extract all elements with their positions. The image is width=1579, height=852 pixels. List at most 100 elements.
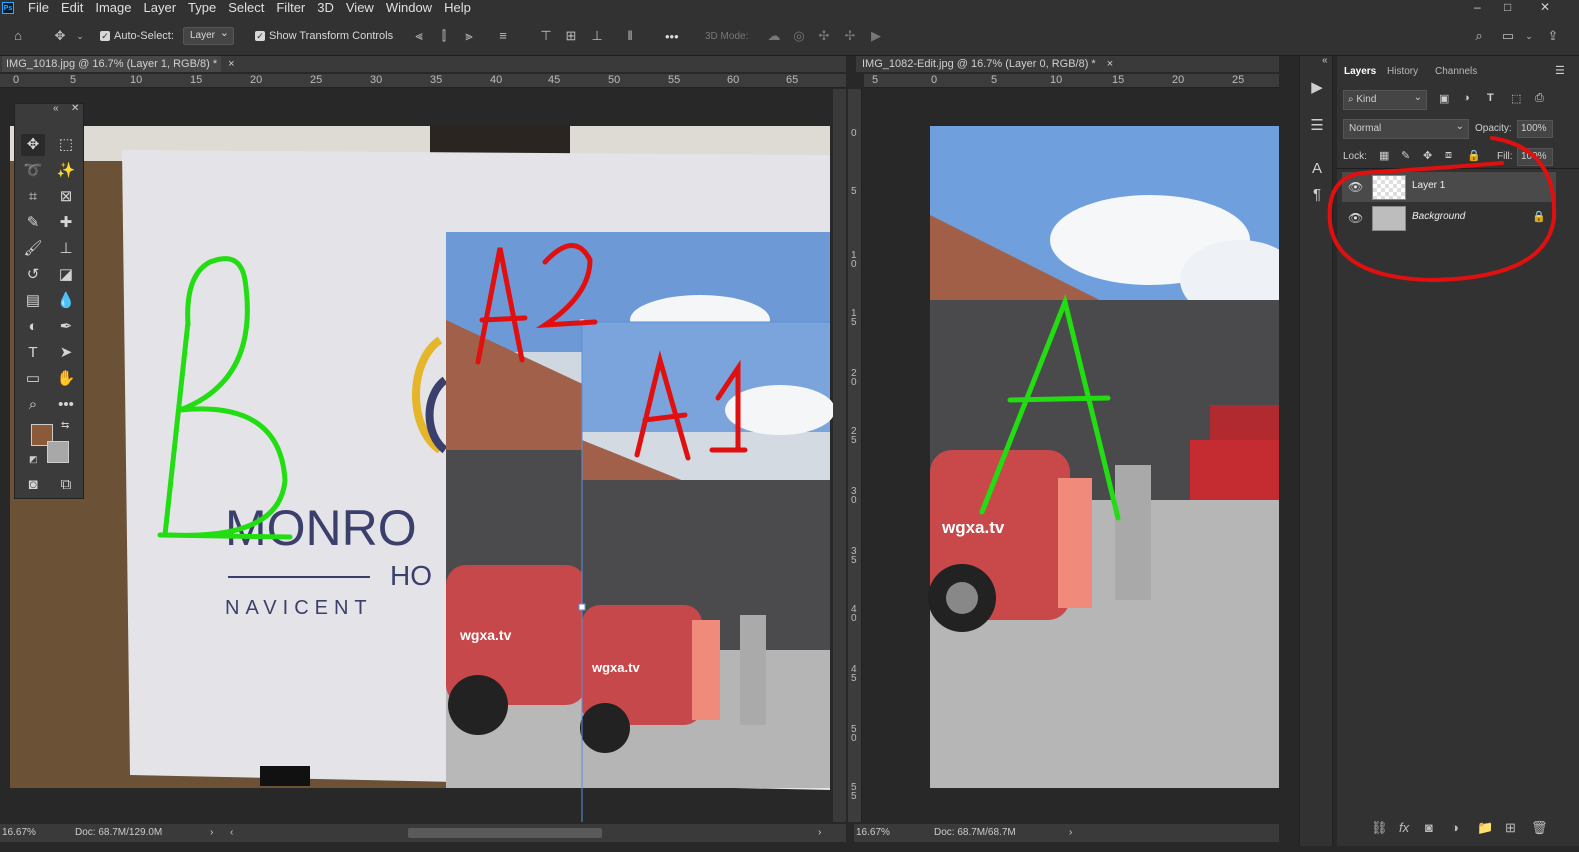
menu-image[interactable]: Image	[89, 0, 137, 16]
play-action-icon[interactable]: ▶	[1307, 78, 1327, 98]
share-icon[interactable]: ⇪	[1545, 28, 1561, 44]
doc1-tab-close[interactable]: ×	[228, 58, 234, 70]
doc1-zoom[interactable]: 16.67%	[2, 824, 36, 842]
3d-drag-icon[interactable]: ✣	[816, 28, 832, 44]
transform-handle[interactable]	[578, 603, 586, 611]
tab-layers[interactable]: Layers	[1344, 66, 1376, 77]
menu-type[interactable]: Type	[182, 0, 222, 16]
eyedropper-icon[interactable]: ✎	[21, 212, 45, 234]
menu-layer[interactable]: Layer	[138, 0, 183, 16]
menu-3d[interactable]: 3D	[311, 0, 340, 16]
menu-window[interactable]: Window	[380, 0, 438, 16]
type-tool-icon[interactable]: T	[21, 342, 45, 364]
doc1-tab-title[interactable]: IMG_1018.jpg @ 16.7% (Layer 1, RGB/8) *	[2, 56, 222, 72]
menu-edit[interactable]: Edit	[55, 0, 89, 16]
more-tools-icon[interactable]: •••	[54, 394, 78, 416]
align-left-icon[interactable]: ⫷	[411, 28, 427, 44]
frame-tool-icon[interactable]: ⊠	[54, 186, 78, 208]
menu-select[interactable]: Select	[222, 0, 270, 16]
more-options-button[interactable]: •••	[665, 27, 679, 45]
auto-select-checkbox[interactable]: ✓ Auto-Select:	[100, 27, 174, 45]
collapse-panels-icon[interactable]: «	[1322, 55, 1328, 66]
3d-slide-icon[interactable]: ✢	[842, 28, 858, 44]
delete-layer-icon[interactable]: 🗑	[1531, 820, 1548, 836]
zoom-tool-icon[interactable]: ⌕	[21, 394, 45, 416]
3d-rotate-icon[interactable]: ☁	[766, 28, 782, 44]
screen-mode-icon[interactable]: ⧉	[54, 474, 78, 496]
home-icon[interactable]: ⌂	[10, 28, 26, 44]
chevron-down-icon[interactable]: ⌄	[72, 28, 88, 44]
panel-menu-icon[interactable]: ☰	[1555, 64, 1565, 77]
menu-help[interactable]: Help	[438, 0, 477, 16]
healing-brush-icon[interactable]: ✚	[54, 212, 78, 234]
auto-select-dropdown[interactable]: Layer	[183, 25, 235, 45]
default-colors-icon[interactable]: ◩	[29, 454, 38, 465]
close-window-button[interactable]: ✕	[1540, 0, 1550, 14]
filter-shape-icon[interactable]: ⬚	[1511, 92, 1521, 105]
filter-adjustment-icon[interactable]: ◑	[1463, 92, 1470, 104]
move-tool-icon[interactable]: ✥	[21, 134, 45, 156]
hand-tool-icon[interactable]: ✋	[54, 368, 78, 390]
maximize-button[interactable]: □	[1504, 0, 1511, 14]
link-layers-icon[interactable]: ⛓	[1371, 820, 1388, 836]
path-selection-icon[interactable]: ➤	[54, 342, 78, 364]
filter-type-icon[interactable]: T	[1487, 92, 1494, 104]
scroll-left-icon[interactable]: ‹	[230, 824, 233, 842]
doc2-zoom[interactable]: 16.67%	[856, 824, 890, 842]
doc2-canvas[interactable]: wgxa.tv	[864, 89, 1279, 822]
doc1-vertical-scrollbar[interactable]	[833, 89, 846, 822]
magic-wand-icon[interactable]: ✨	[54, 160, 78, 182]
align-right-icon[interactable]: ⫸	[461, 28, 477, 44]
menu-view[interactable]: View	[340, 0, 380, 16]
chevron-right-icon[interactable]: ›	[1069, 824, 1072, 842]
pen-tool-icon[interactable]: ✒	[54, 316, 78, 338]
fx-icon[interactable]: fx	[1399, 820, 1409, 835]
tab-history[interactable]: History	[1387, 66, 1418, 77]
swap-colors-icon[interactable]: ⇆	[61, 420, 69, 431]
collapse-tools-icon[interactable]: «	[53, 103, 59, 114]
3d-roll-icon[interactable]: ◎	[791, 28, 807, 44]
chevron-down-icon[interactable]: ⌄	[1521, 28, 1537, 44]
crop-tool-icon[interactable]: ⌗	[21, 186, 45, 208]
align-bottom-icon[interactable]: ⊥	[589, 28, 605, 44]
minimize-button[interactable]: –	[1474, 0, 1481, 14]
filter-pixel-icon[interactable]: ▣	[1439, 92, 1449, 105]
lasso-tool-icon[interactable]: ➰	[21, 160, 45, 182]
filter-smart-object-icon[interactable]: ⎙	[1535, 92, 1544, 105]
move-tool-icon[interactable]: ✥	[52, 28, 68, 44]
tab-channels[interactable]: Channels	[1435, 66, 1477, 77]
quick-mask-icon[interactable]: ◙	[21, 474, 45, 496]
add-mask-icon[interactable]: ◙	[1425, 820, 1433, 835]
align-top-icon[interactable]: ⊤	[538, 28, 554, 44]
gradient-tool-icon[interactable]: ▤	[21, 290, 45, 312]
3d-scale-icon[interactable]: ▶	[868, 28, 884, 44]
new-group-icon[interactable]: 📁	[1477, 820, 1493, 836]
doc1-canvas[interactable]: MONRO HO NAVICENT wgxa.tv wgxa.tv	[0, 89, 846, 822]
distribute-v-icon[interactable]: ‖	[622, 28, 638, 44]
doc1-horizontal-scroll-thumb[interactable]	[408, 828, 602, 838]
menu-file[interactable]: File	[22, 0, 55, 16]
doc2-tab-title[interactable]: IMG_1082-Edit.jpg @ 16.7% (Layer 0, RGB/…	[858, 56, 1100, 72]
background-color-swatch[interactable]	[47, 441, 69, 463]
chevron-right-icon[interactable]: ›	[210, 824, 213, 842]
align-hcenter-icon[interactable]: ⫿	[436, 28, 452, 44]
show-transform-checkbox[interactable]: ✓ Show Transform Controls	[255, 27, 393, 45]
menu-filter[interactable]: Filter	[270, 0, 311, 16]
adjustment-layer-icon[interactable]: ◑	[1451, 820, 1459, 835]
new-layer-icon[interactable]: ⊞	[1505, 820, 1516, 836]
eraser-icon[interactable]: ◪	[54, 264, 78, 286]
clone-stamp-icon[interactable]: ⊥	[54, 238, 78, 260]
doc2-tab-close[interactable]: ×	[1107, 58, 1113, 70]
align-vcenter-icon[interactable]: ⊞	[563, 28, 579, 44]
brush-tool-icon[interactable]: 🖌	[21, 238, 45, 260]
scroll-right-icon[interactable]: ›	[818, 824, 821, 842]
history-brush-icon[interactable]: ↺	[21, 264, 45, 286]
rectangle-tool-icon[interactable]: ▭	[21, 368, 45, 390]
dodge-tool-icon[interactable]: ◐	[21, 316, 45, 338]
filter-kind-dropdown[interactable]: ⌕ Kind ⌄	[1343, 90, 1427, 110]
workspace-icon[interactable]: ▭	[1500, 28, 1516, 44]
blur-tool-icon[interactable]: 💧	[54, 290, 78, 312]
marquee-tool-icon[interactable]: ⬚	[54, 134, 78, 156]
search-icon[interactable]: ⌕	[1471, 28, 1487, 44]
close-tools-icon[interactable]: ✕	[71, 103, 79, 114]
